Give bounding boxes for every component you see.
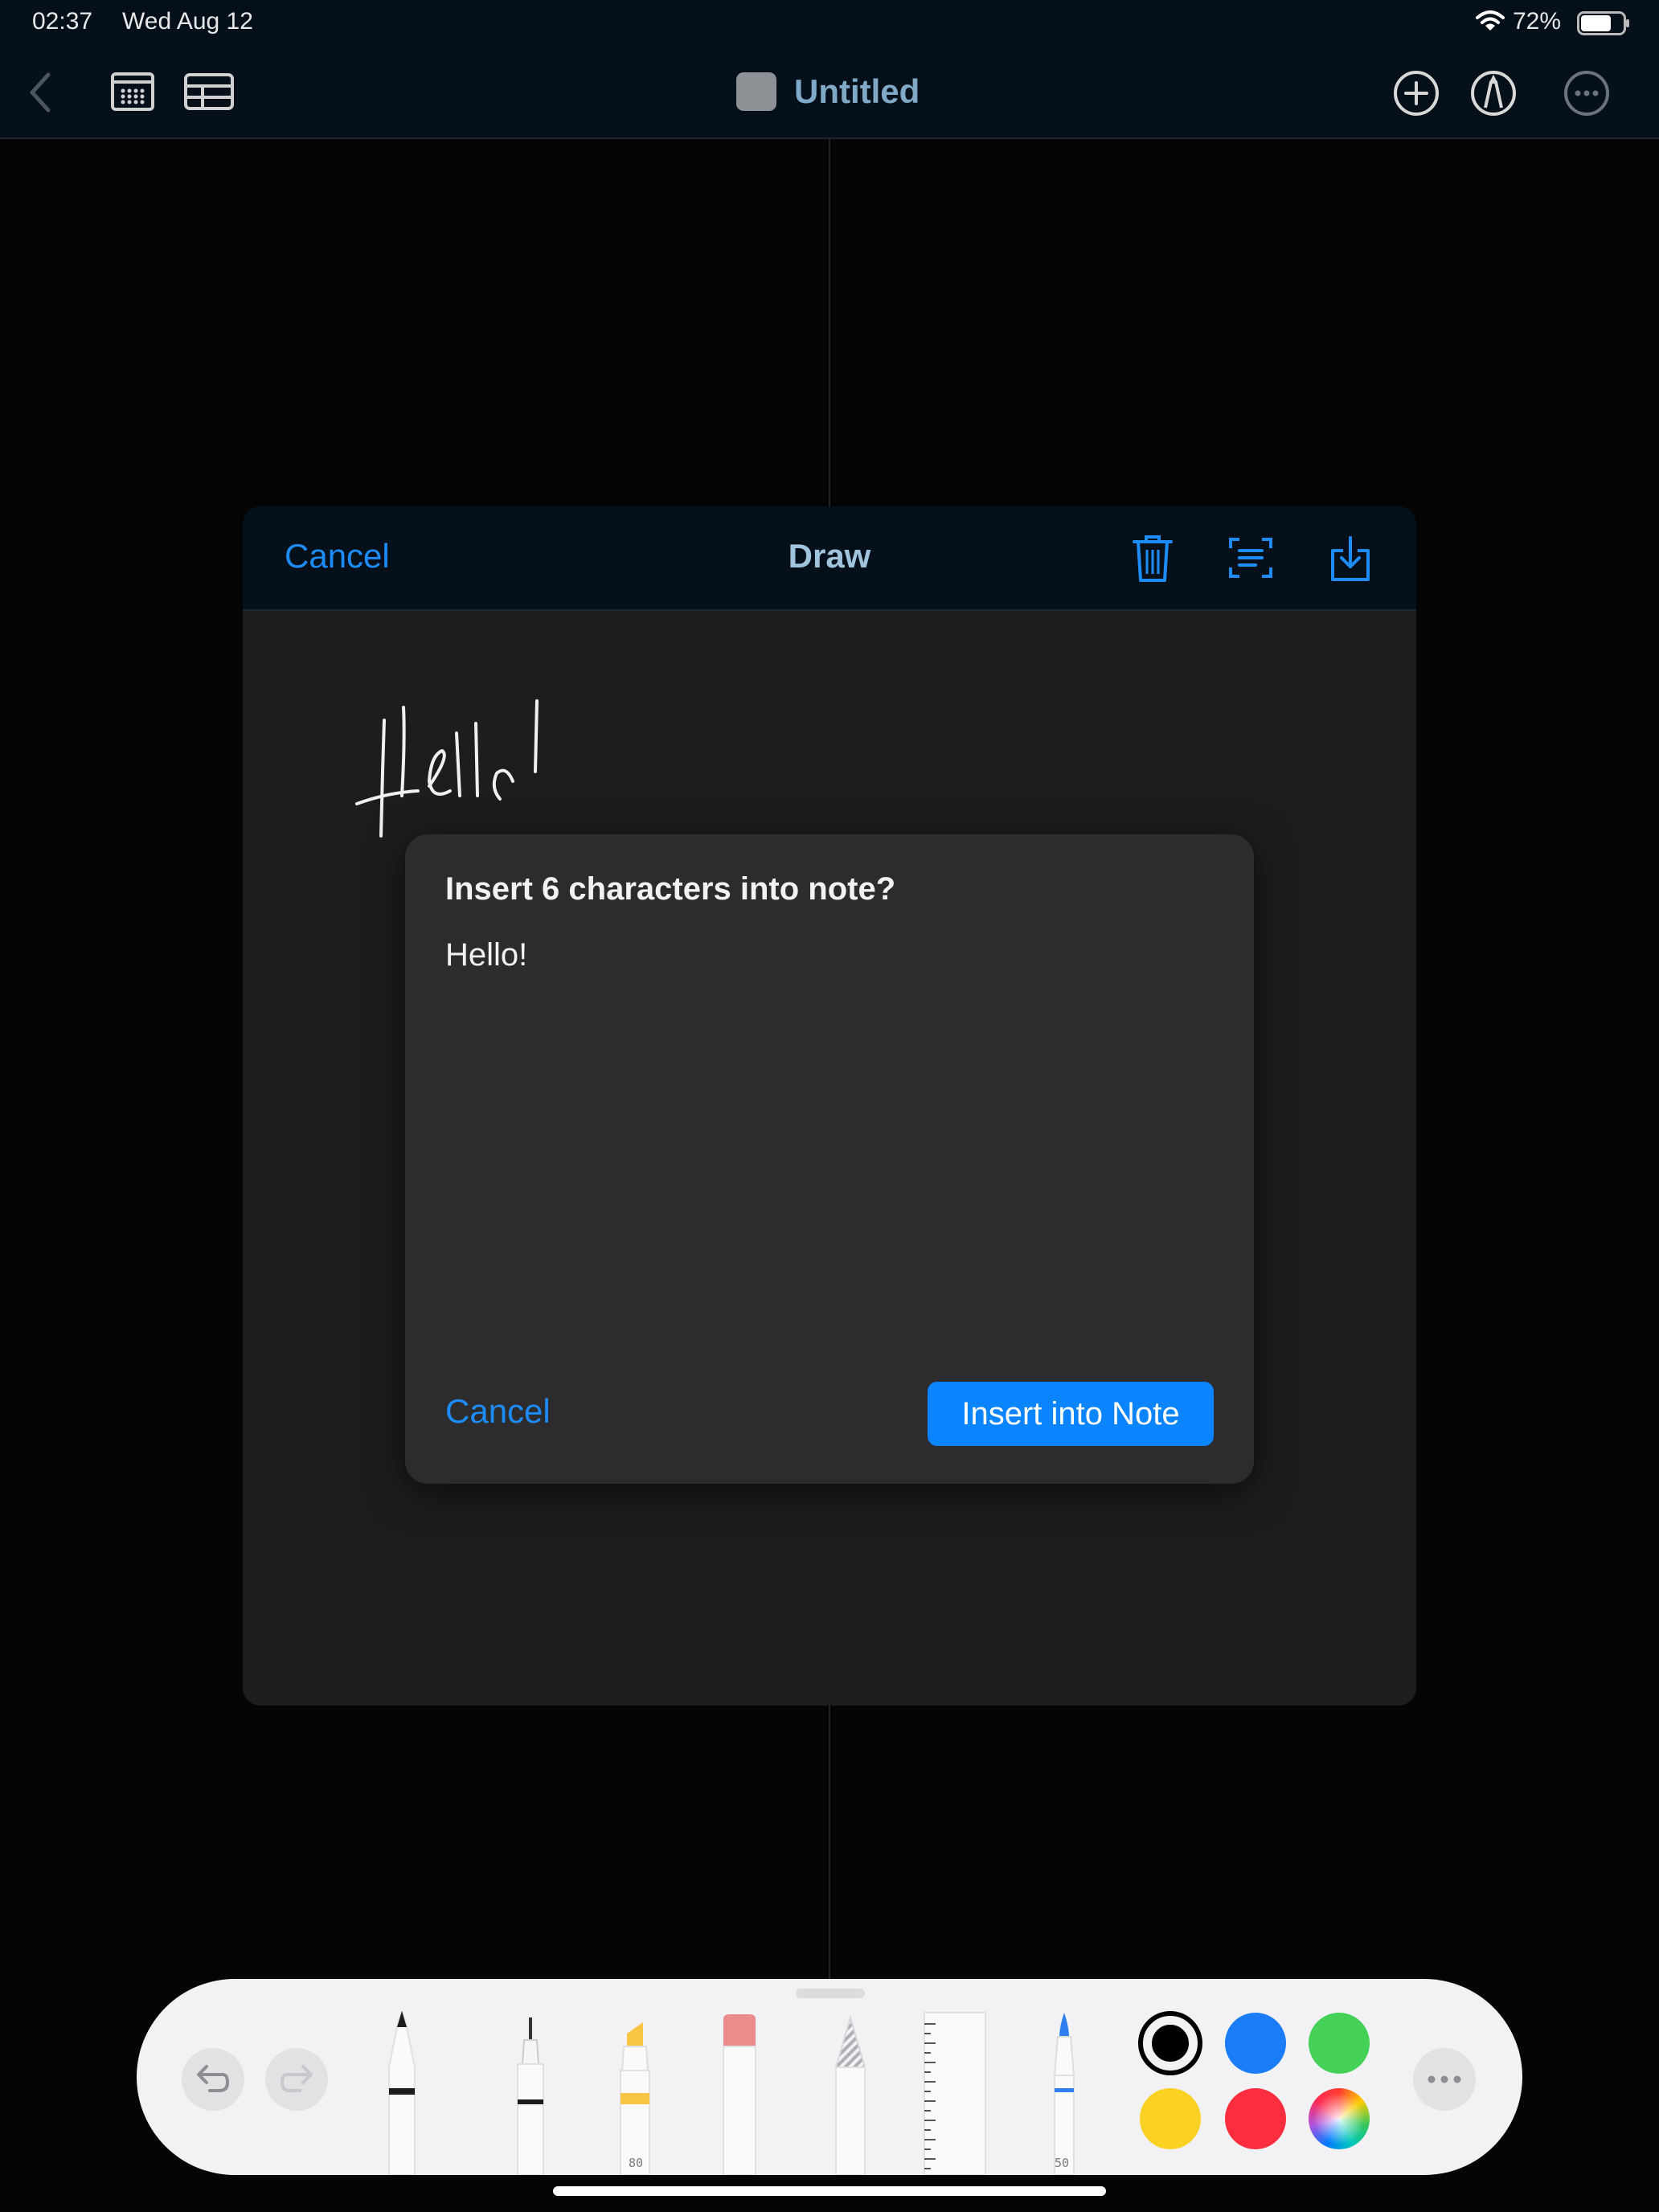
redo-button[interactable] xyxy=(265,2048,328,2111)
insert-into-note-button[interactable]: Insert into Note xyxy=(928,1382,1214,1446)
home-indicator[interactable] xyxy=(553,2186,1106,2196)
marker-size-label: 80 xyxy=(629,2156,644,2170)
brush-size-label: 50 xyxy=(1055,2156,1070,2170)
markup-button[interactable] xyxy=(1468,68,1519,119)
share-download-icon xyxy=(1331,536,1370,581)
watercolor-brush-tool[interactable] xyxy=(1040,2011,1088,2175)
status-date: Wed Aug 12 xyxy=(122,8,253,35)
plus-circle-icon xyxy=(1394,71,1439,116)
tool-palette: 80 50 xyxy=(137,1979,1522,2175)
recognized-text: Hello! xyxy=(445,937,528,973)
ellipsis-icon xyxy=(1428,2075,1461,2083)
gallery-view-button[interactable] xyxy=(104,68,161,116)
undo-icon xyxy=(197,2065,230,2092)
color-red-swatch[interactable] xyxy=(1225,2088,1286,2149)
undo-button[interactable] xyxy=(182,2048,244,2111)
highlighter-tool[interactable] xyxy=(611,2011,659,2175)
note-title-group[interactable]: Untitled xyxy=(736,69,920,114)
color-black-swatch[interactable] xyxy=(1138,2011,1202,2075)
more-button[interactable] xyxy=(1561,68,1612,119)
markup-pen-icon xyxy=(1471,71,1516,116)
note-title: Untitled xyxy=(794,72,920,110)
add-button[interactable] xyxy=(1391,68,1442,119)
ellipsis-circle-icon xyxy=(1564,71,1609,116)
chevron-left-icon xyxy=(30,72,51,113)
table-icon xyxy=(184,73,234,110)
pen-tool[interactable] xyxy=(378,2011,426,2175)
scan-text-button[interactable] xyxy=(1227,532,1275,584)
color-green-swatch[interactable] xyxy=(1309,2013,1370,2074)
battery-icon xyxy=(1577,11,1629,35)
ruler-tool[interactable] xyxy=(923,2011,987,2175)
draw-header: Draw Cancel xyxy=(243,506,1416,611)
eraser-tool[interactable] xyxy=(715,2011,764,2175)
status-time: 02:37 xyxy=(32,8,93,35)
battery-percent: 72% xyxy=(1513,8,1562,35)
alert-title: Insert 6 characters into note? xyxy=(445,871,896,907)
delete-drawing-button[interactable] xyxy=(1129,530,1177,587)
color-blue-swatch[interactable] xyxy=(1225,2013,1286,2074)
scan-text-icon xyxy=(1229,538,1272,578)
fineliner-tool[interactable] xyxy=(506,2011,555,2175)
back-button[interactable] xyxy=(16,64,64,121)
redo-icon xyxy=(280,2065,313,2092)
trash-icon xyxy=(1133,535,1173,582)
alert-cancel-button[interactable]: Cancel xyxy=(445,1392,551,1431)
gallery-icon xyxy=(111,72,154,111)
insert-text-alert: Insert 6 characters into note? Hello! Ca… xyxy=(405,834,1254,1484)
palette-grabber[interactable] xyxy=(796,1989,865,1998)
insert-drawing-button[interactable] xyxy=(1326,530,1374,587)
table-button[interactable] xyxy=(178,68,240,116)
wifi-icon xyxy=(1476,10,1505,31)
color-yellow-swatch[interactable] xyxy=(1140,2088,1201,2149)
draw-cancel-button[interactable]: Cancel xyxy=(285,537,390,576)
note-color-swatch xyxy=(736,72,776,111)
palette-more-button[interactable] xyxy=(1413,2048,1476,2111)
handwriting-drawing xyxy=(355,699,539,838)
color-picker-wheel-icon[interactable] xyxy=(1309,2088,1370,2149)
pencil-tool[interactable] xyxy=(826,2011,875,2175)
